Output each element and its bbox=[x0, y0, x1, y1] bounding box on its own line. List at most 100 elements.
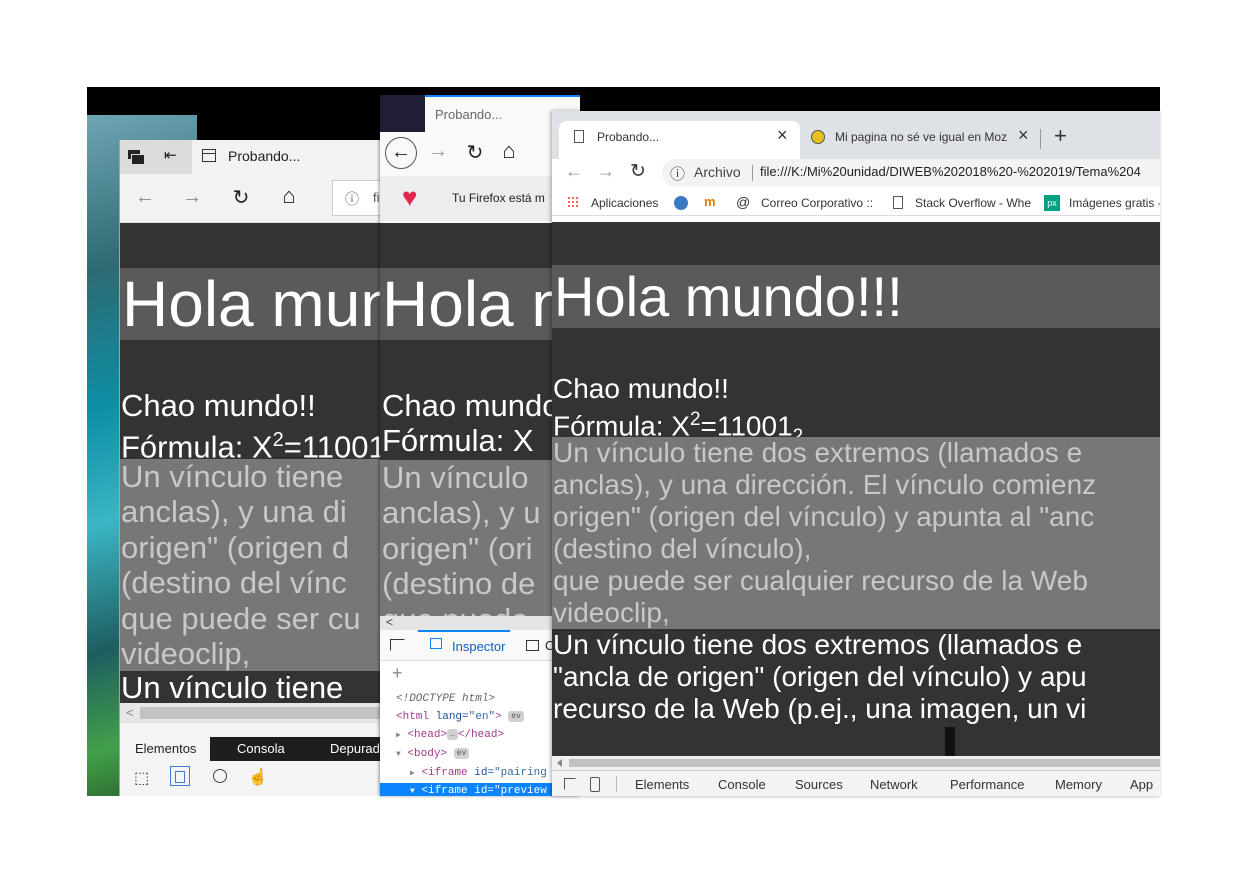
p1-line: anclas), y una dirección. El vínculo com… bbox=[553, 469, 1097, 500]
firefox-tab-strip: Probando... bbox=[380, 95, 580, 132]
devtools-tab-elements[interactable]: Elements bbox=[635, 777, 689, 792]
devtools-tab-console[interactable]: Console bbox=[718, 777, 766, 792]
p1-line: (destino de bbox=[382, 566, 536, 602]
globe-icon[interactable] bbox=[674, 196, 688, 210]
collapse-icon[interactable]: ▼ bbox=[396, 750, 401, 759]
dom-html: <html lang="en"> ev bbox=[380, 708, 580, 726]
devtools-tab-depurador[interactable]: Depurad bbox=[330, 741, 380, 756]
add-node-button[interactable]: + bbox=[392, 663, 403, 684]
info-icon: ⓘ bbox=[345, 191, 359, 207]
scroll-left-icon[interactable]: < bbox=[386, 615, 393, 629]
lang-val: "en" bbox=[468, 711, 496, 723]
circle-tool-icon[interactable] bbox=[213, 769, 227, 783]
bookmark-imagenes[interactable]: Imágenes gratis - bbox=[1069, 196, 1160, 210]
expand-icon[interactable]: ▶ bbox=[396, 731, 401, 740]
p1-line: que puede bbox=[382, 602, 580, 616]
info-icon[interactable]: ⓘ bbox=[670, 163, 685, 184]
firefox-chao: Chao mundo!! bbox=[382, 388, 577, 423]
event-badge[interactable]: ev bbox=[453, 747, 470, 759]
back-icon[interactable]: ← bbox=[564, 161, 584, 182]
formula-text: Fórmula: X bbox=[382, 423, 534, 458]
p1-line: que puede ser cu bbox=[121, 600, 361, 636]
firefox-page: Hola mundo!!! Chao mundo!! Fórmula: X Un… bbox=[380, 223, 580, 616]
reload-icon[interactable]: ↻ bbox=[628, 160, 648, 183]
p1-line: Un vínculo tiene dos extremos (llamados … bbox=[553, 437, 1083, 468]
p1-line: origen" (ori bbox=[382, 530, 533, 566]
id-attr: id= bbox=[474, 785, 495, 796]
console-icon[interactable] bbox=[526, 640, 539, 651]
tab-manager-icon[interactable] bbox=[128, 148, 145, 165]
event-badge[interactable]: ev bbox=[508, 710, 524, 722]
reload-icon[interactable]: ↻ bbox=[464, 140, 486, 165]
close-tab-icon[interactable]: × bbox=[1018, 125, 1029, 146]
devtools-divider bbox=[616, 776, 617, 792]
bookmarks-bar: Aplicaciones m @ Correo Corporativo :: S… bbox=[552, 191, 1160, 216]
touch-tool-icon[interactable]: ☝ bbox=[248, 767, 268, 787]
edge-active-tab[interactable]: Probando... bbox=[192, 140, 390, 174]
chrome-tab-active[interactable]: Probando... × bbox=[559, 121, 800, 159]
moodle-icon[interactable]: m bbox=[704, 194, 716, 209]
edge-nav-bar: ← → ↻ ⌂ ⓘ fi bbox=[120, 174, 390, 223]
formula-sup: 2 bbox=[272, 429, 284, 451]
edge-chao: Chao mundo!! bbox=[121, 388, 316, 423]
firefox-h-scrollbar[interactable]: < bbox=[380, 615, 580, 630]
firefox-notification-bar: ♥ Tu Firefox está m bbox=[380, 176, 580, 221]
bookmark-correo[interactable]: Correo Corporativo :: bbox=[761, 196, 873, 210]
new-tab-icon[interactable]: + bbox=[1054, 123, 1067, 149]
bookmark-stackoverflow[interactable]: Stack Overflow - Whe bbox=[915, 196, 1031, 210]
p2-line: "ancla de origen" (origen del vínculo) y… bbox=[553, 661, 1087, 692]
heart-icon: ♥ bbox=[402, 182, 418, 212]
apps-grid-icon[interactable] bbox=[567, 196, 579, 208]
devtools-tab-elementos[interactable]: Elementos bbox=[135, 741, 196, 756]
select-element-icon[interactable]: ⬚ bbox=[134, 768, 152, 787]
collapsed-badge[interactable]: … bbox=[447, 728, 458, 740]
dom-head[interactable]: ▶ <head>… </head> bbox=[380, 726, 580, 745]
back-icon[interactable]: ← bbox=[385, 137, 417, 169]
firefox-devtools-toolbar: Inspector C bbox=[380, 630, 580, 661]
chrome-h-scrollbar[interactable] bbox=[552, 756, 1160, 770]
dom-iframe-pairing[interactable]: ▶ <iframe id="pairing bbox=[380, 764, 580, 783]
p2-line: Un vínculo tiene dos extremos (llamados … bbox=[553, 629, 1083, 660]
lang-attr: lang= bbox=[435, 711, 469, 723]
devtools-tab-performance[interactable]: Performance bbox=[950, 777, 1024, 792]
expand-icon[interactable]: ▶ bbox=[410, 769, 415, 778]
edge-h-scrollbar[interactable]: < bbox=[120, 703, 390, 723]
chrome-omnibox[interactable]: ⓘ Archivo file:///K:/Mi%20unidad/DIWEB%2… bbox=[662, 159, 1160, 187]
back-icon[interactable]: ← bbox=[134, 186, 156, 209]
collapse-icon[interactable]: ▼ bbox=[410, 787, 415, 796]
forward-icon[interactable]: → bbox=[427, 140, 449, 163]
chrome-devtools: Elements Console Sources Network Perform… bbox=[552, 770, 1160, 796]
mail-icon[interactable]: @ bbox=[736, 194, 750, 210]
scroll-thumb[interactable] bbox=[140, 707, 380, 719]
devtools-tab-application[interactable]: App bbox=[1130, 777, 1153, 792]
devtools-tab-consola[interactable]: Consola bbox=[237, 741, 285, 756]
home-icon[interactable]: ⌂ bbox=[278, 183, 300, 209]
highlight-box-icon[interactable] bbox=[170, 766, 190, 786]
device-toolbar-icon[interactable] bbox=[590, 777, 600, 792]
chrome-url: file:///K:/Mi%20unidad/DIWEB%202018%20-%… bbox=[760, 164, 1141, 179]
devtools-tab-network[interactable]: Network bbox=[870, 777, 918, 792]
firefox-devtools: Inspector C + <!DOCTYPE html> <html lang… bbox=[380, 630, 580, 796]
pexels-icon[interactable]: px bbox=[1044, 195, 1060, 211]
firefox-nav-bar: ← → ↻ ⌂ bbox=[380, 132, 580, 176]
set-aside-tabs-icon[interactable]: ⇤ bbox=[164, 148, 182, 164]
pick-element-icon[interactable] bbox=[390, 639, 405, 651]
forward-icon[interactable]: → bbox=[181, 186, 203, 209]
bookmark-aplicaciones[interactable]: Aplicaciones bbox=[591, 196, 658, 210]
dom-iframe-preview[interactable]: ▼ <iframe id="preview bbox=[380, 783, 580, 796]
home-icon[interactable]: ⌂ bbox=[498, 138, 520, 164]
page-icon bbox=[574, 130, 584, 143]
inspector-tab[interactable]: Inspector bbox=[418, 630, 510, 660]
scroll-left-icon[interactable]: < bbox=[126, 705, 134, 720]
forward-icon[interactable]: → bbox=[596, 161, 616, 182]
refresh-icon[interactable]: ↻ bbox=[230, 185, 252, 210]
devtools-tab-sources[interactable]: Sources bbox=[795, 777, 843, 792]
chrome-tab-2[interactable]: Mi pagina no sé ve igual en Moz × bbox=[804, 121, 1036, 159]
scroll-left-icon[interactable] bbox=[557, 759, 562, 767]
close-tab-icon[interactable]: × bbox=[777, 125, 788, 146]
inspect-element-icon[interactable] bbox=[564, 778, 576, 790]
dom-body[interactable]: ▼ <body> ev bbox=[380, 745, 580, 764]
scroll-thumb[interactable] bbox=[569, 759, 1160, 767]
devtools-tab-memory[interactable]: Memory bbox=[1055, 777, 1102, 792]
edge-devtools: Elementos Consola Depurad ⬚ ☝ bbox=[120, 723, 390, 796]
